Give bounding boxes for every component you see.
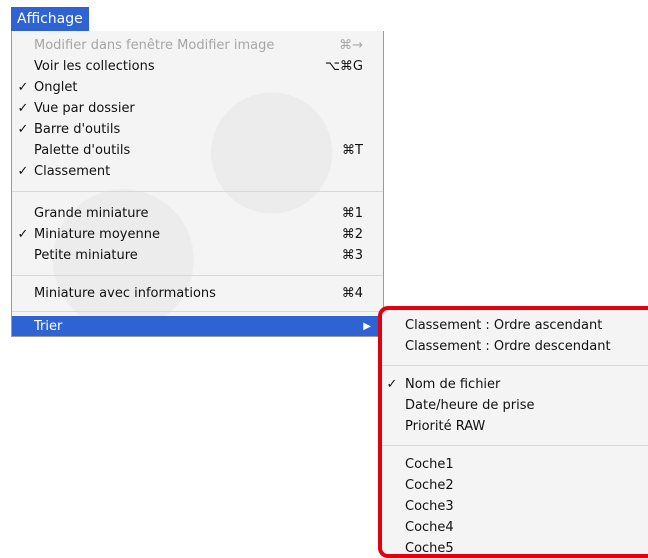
submenu-item-nom-fichier[interactable]: ✓ Nom de fichier [382, 374, 648, 395]
submenu-item-label: Coche1 [405, 457, 454, 472]
submenu-item-priorite-raw[interactable]: Priorité RAW [382, 416, 648, 437]
menu-item-modifier-image: Modifier dans fenêtre Modifier image ⌘→ [12, 35, 383, 56]
menu-item-petite-miniature[interactable]: Petite miniature ⌘3 [12, 245, 383, 266]
check-icon: ✓ [17, 227, 29, 242]
menu-item-shortcut: ⌘3 [341, 248, 363, 263]
trier-submenu: Classement : Ordre ascendant Classement … [378, 306, 648, 558]
submenu-item-coche5[interactable]: Coche5 [382, 538, 648, 556]
submenu-item-label: Coche4 [405, 520, 454, 535]
menu-item-shortcut: ⌘T [342, 143, 363, 158]
menu-item-classement[interactable]: ✓ Classement [12, 161, 383, 182]
menu-item-label: Miniature avec informations [34, 286, 216, 301]
submenu-separator [382, 365, 648, 366]
menu-item-miniature-moyenne[interactable]: ✓ Miniature moyenne ⌘2 [12, 224, 383, 245]
check-icon: ✓ [17, 164, 29, 179]
menu-item-shortcut: ⌘→ [339, 38, 363, 53]
menu-title-affichage[interactable]: Affichage [11, 7, 89, 31]
menu-item-miniature-infos[interactable]: Miniature avec informations ⌘4 [12, 283, 383, 304]
check-icon: ✓ [17, 80, 29, 95]
submenu-item-label: Classement : Ordre ascendant [405, 318, 603, 333]
menu-item-label: Classement [34, 164, 111, 179]
menu-item-shortcut: ⌘1 [341, 206, 363, 221]
menu-item-shortcut: ⌘4 [341, 286, 363, 301]
submenu-item-label: Coche2 [405, 478, 454, 493]
menu-item-label: Grande miniature [34, 206, 149, 221]
check-icon: ✓ [386, 377, 398, 392]
menu-item-label: Barre d'outils [34, 122, 121, 137]
menu-item-label: Palette d'outils [34, 143, 131, 158]
menu-item-label: Miniature moyenne [34, 227, 160, 242]
submenu-item-label: Nom de fichier [405, 377, 501, 392]
menu-item-label: Vue par dossier [34, 101, 135, 116]
menu-separator [12, 191, 383, 192]
menu-separator [12, 275, 383, 276]
submenu-item-classement-desc[interactable]: Classement : Ordre descendant [382, 336, 648, 357]
submenu-item-label: Coche5 [405, 541, 454, 556]
affichage-menu: Modifier dans fenêtre Modifier image ⌘→ … [11, 31, 384, 337]
submenu-arrow-icon: ▶ [363, 321, 371, 332]
submenu-separator [382, 445, 648, 446]
submenu-item-coche1[interactable]: Coche1 [382, 454, 648, 475]
menu-item-grande-miniature[interactable]: Grande miniature ⌘1 [12, 203, 383, 224]
menu-item-shortcut: ⌥⌘G [324, 59, 363, 74]
submenu-item-label: Priorité RAW [405, 419, 486, 434]
submenu-item-label: Date/heure de prise [405, 398, 535, 413]
menu-item-palette-outils[interactable]: Palette d'outils ⌘T [12, 140, 383, 161]
submenu-item-coche4[interactable]: Coche4 [382, 517, 648, 538]
menu-item-label: Voir les collections [34, 59, 155, 74]
submenu-item-coche2[interactable]: Coche2 [382, 475, 648, 496]
submenu-item-label: Coche3 [405, 499, 454, 514]
submenu-item-classement-asc[interactable]: Classement : Ordre ascendant [382, 315, 648, 336]
check-icon: ✓ [17, 101, 29, 116]
check-icon: ✓ [17, 122, 29, 137]
submenu-item-date-heure[interactable]: Date/heure de prise [382, 395, 648, 416]
menu-item-voir-collections[interactable]: Voir les collections ⌥⌘G [12, 56, 383, 77]
menu-item-label: Trier [34, 319, 63, 334]
submenu-item-coche3[interactable]: Coche3 [382, 496, 648, 517]
menu-item-label: Modifier dans fenêtre Modifier image [34, 38, 275, 53]
menu-separator [12, 311, 383, 312]
menu-item-trier[interactable]: Trier ▶ [12, 316, 383, 336]
menu-item-label: Onglet [34, 80, 78, 95]
menu-item-onglet[interactable]: ✓ Onglet [12, 77, 383, 98]
submenu-item-label: Classement : Ordre descendant [405, 339, 611, 354]
menu-item-shortcut: ⌘2 [341, 227, 363, 242]
menu-item-vue-par-dossier[interactable]: ✓ Vue par dossier [12, 98, 383, 119]
menu-item-barre-outils[interactable]: ✓ Barre d'outils [12, 119, 383, 140]
menu-item-label: Petite miniature [34, 248, 138, 263]
